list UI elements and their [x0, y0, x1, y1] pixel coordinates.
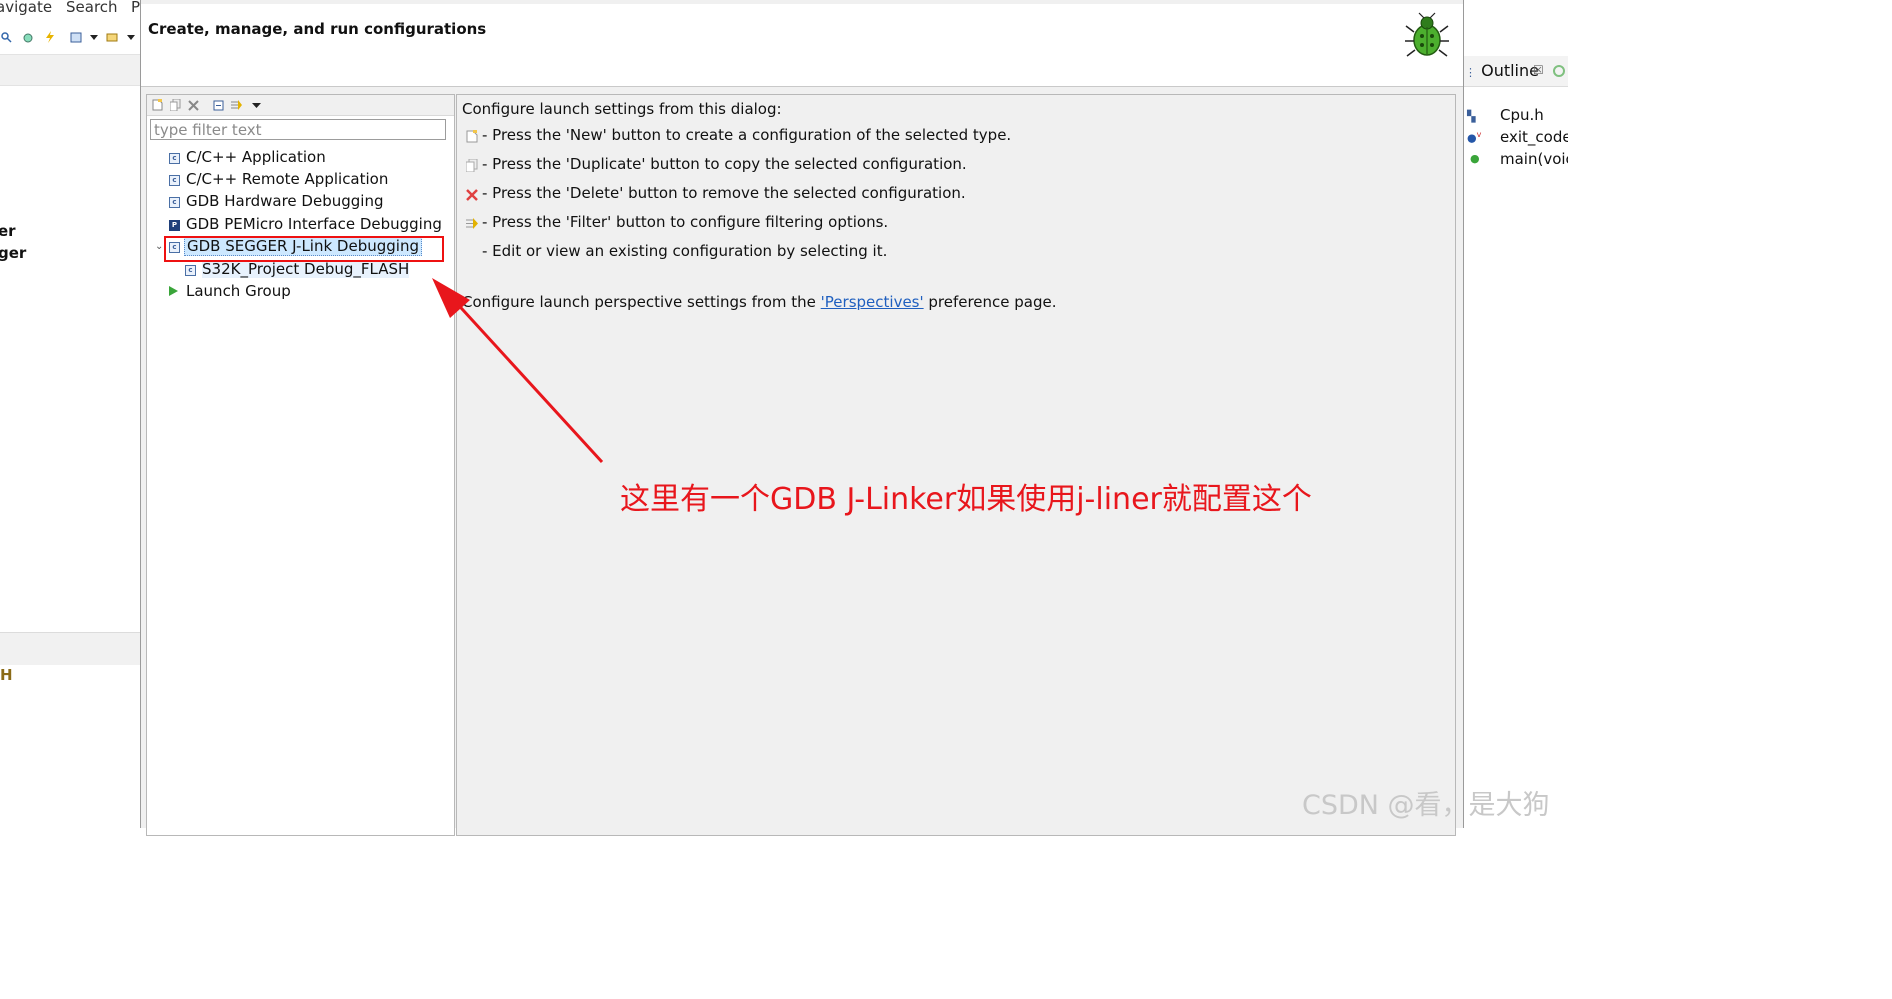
new-class-icon[interactable] — [70, 31, 82, 43]
tree-item-label: C/C++ Application — [186, 148, 326, 166]
c-config-icon: c — [169, 153, 180, 164]
ide-editor-tabbar — [0, 54, 140, 86]
configuration-tree-pane: c C/C++ Application c C/C++ Remote Appli… — [146, 94, 455, 836]
help-perspectives: Configure launch perspective settings fr… — [462, 293, 1057, 311]
c-config-icon: c — [169, 175, 180, 186]
menu-search[interactable]: Search — [66, 0, 118, 16]
flash-icon[interactable] — [44, 31, 56, 43]
launch-group-icon — [169, 286, 178, 296]
menu-project[interactable]: P — [131, 0, 140, 16]
tree-item-label: S32K_Project Debug_FLASH — [202, 260, 410, 278]
annotation-highlight-box — [164, 236, 444, 262]
bug-icon — [1405, 12, 1449, 57]
filter-input[interactable] — [150, 119, 446, 140]
filter-icon — [466, 218, 478, 229]
dialog-title: Create, manage, and run configurations — [148, 20, 487, 38]
pemicro-icon: P — [169, 220, 180, 231]
outline-view: ⋮ Outline ☒ ▚ Cpu.h ●v exit_code ● main(… — [1463, 0, 1568, 828]
outline-icon: ⋮ — [1465, 66, 1476, 79]
duplicate-config-icon[interactable] — [170, 99, 181, 111]
help-line-new: - Press the 'New' button to create a con… — [482, 126, 1012, 144]
chevron-down-icon[interactable] — [88, 31, 100, 43]
duplicate-icon — [466, 159, 478, 172]
tree-item-label: Launch Group — [186, 282, 291, 300]
watermark: CSDN @看，是大狗 — [1302, 790, 1550, 821]
ide-left-label: er — [0, 222, 16, 240]
variable-icon: ●v — [1467, 130, 1482, 145]
new-config-icon[interactable] — [152, 99, 163, 111]
tree-item-label: C/C++ Remote Application — [186, 170, 389, 188]
help-line-duplicate: - Press the 'Duplicate' button to copy t… — [482, 155, 967, 173]
help-line-filter: - Press the 'Filter' button to configure… — [482, 213, 889, 231]
ide-bottom-tabbar — [0, 632, 140, 665]
delete-config-icon[interactable] — [188, 99, 199, 111]
chevron-down-icon[interactable]: ⌄ — [155, 241, 163, 252]
c-config-icon: c — [169, 197, 180, 208]
outline-item[interactable]: main(voic — [1500, 150, 1568, 168]
tree-item-label: GDB PEMicro Interface Debugging — [186, 215, 442, 233]
new-icon — [466, 130, 478, 143]
perspectives-prefix: Configure launch perspective settings fr… — [462, 293, 821, 311]
run-configurations-dialog: Create, manage, and run configurations c… — [140, 0, 1464, 836]
open-type-icon[interactable] — [106, 31, 118, 43]
ide-left-bottom-label: H — [0, 666, 13, 684]
menu-navigate[interactable]: avigate — [0, 0, 52, 16]
outline-item[interactable]: Cpu.h — [1500, 106, 1544, 124]
search-icon[interactable] — [0, 31, 12, 43]
help-intro: Configure launch settings from this dial… — [462, 100, 782, 118]
close-icon[interactable]: ☒ — [1533, 63, 1544, 77]
perspectives-link[interactable]: 'Perspectives' — [821, 293, 924, 311]
perspectives-suffix: preference page. — [923, 293, 1057, 311]
minimize-icon[interactable] — [1553, 65, 1565, 77]
tree-toolbar — [147, 95, 454, 116]
annotation-text: 这里有一个GDB J-Linker如果使用j-liner就配置这个 — [620, 482, 1312, 517]
outline-tabbar: ⋮ Outline ☒ — [1463, 56, 1568, 87]
chevron-down-icon[interactable] — [251, 99, 262, 111]
tree-item-label: GDB Hardware Debugging — [186, 192, 384, 210]
dialog-header: Create, manage, and run configurations — [141, 4, 1463, 87]
chevron-down-icon[interactable] — [125, 31, 137, 43]
debug-icon[interactable] — [22, 31, 34, 43]
ide-menubar: avigate Search P — [0, 0, 140, 18]
delete-icon — [466, 189, 478, 201]
help-line-delete: - Press the 'Delete' button to remove th… — [482, 184, 966, 202]
header-include-icon: ▚ — [1467, 110, 1476, 123]
configuration-help-pane: Configure launch settings from this dial… — [456, 94, 1456, 836]
filter-icon[interactable] — [231, 99, 242, 111]
ide-toolbar — [0, 22, 140, 52]
c-config-icon: c — [185, 265, 196, 276]
outline-tab-label: Outline — [1481, 61, 1539, 80]
ide-left-label: ger — [0, 244, 27, 262]
collapse-all-icon[interactable] — [213, 99, 224, 111]
outline-item[interactable]: exit_code — [1500, 128, 1568, 146]
help-line-edit: - Edit or view an existing configuration… — [482, 242, 888, 260]
ide-left-background: avigate Search P er ger H — [0, 0, 140, 828]
tab-outline[interactable]: ⋮ Outline — [1465, 61, 1539, 80]
function-icon: ● — [1470, 152, 1480, 165]
